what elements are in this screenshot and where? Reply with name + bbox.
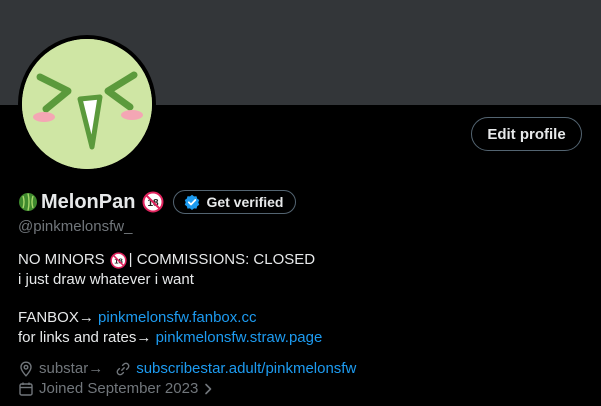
get-verified-button[interactable]: Get verified [173,190,297,214]
joined-row[interactable]: Joined September 2023 [18,380,214,397]
user-handle: @pinkmelonsfw_ [18,218,133,235]
verified-badge-icon [185,194,200,210]
profile-avatar[interactable] [18,35,156,173]
profile-meta-row: substar→ subscribestar.adult/pinkmelonsf… [18,360,356,377]
profile-website-link[interactable]: subscribestar.adult/pinkmelonsfw [136,360,356,377]
link-icon [116,362,130,375]
profile-bio: NO MINORS 18 | COMMISSIONS: CLOSED i jus… [18,250,578,348]
fanbox-link[interactable]: pinkmelonsfw.fanbox.cc [98,308,256,328]
no-under-18-icon: 18 [110,251,127,269]
bio-line-fanbox: FANBOX→ pinkmelonsfw.fanbox.cc [18,308,578,328]
no-under-18-icon: 18 [142,191,164,213]
calendar-icon [19,382,33,396]
chevron-right-icon [205,383,212,394]
bio-line-links: for links and rates→ pinkmelonsfw.straw.… [18,328,578,348]
bio-line-1: NO MINORS 18 | COMMISSIONS: CLOSED [18,250,578,270]
profile-location: substar→ [39,360,104,377]
bio-no-minors: NO MINORS [18,251,105,268]
straw-page-link[interactable]: pinkmelonsfw.straw.page [156,328,323,348]
melon-icon [19,193,37,211]
location-pin-icon [20,360,32,377]
joined-date: Joined September 2023 [39,380,199,397]
edit-profile-button[interactable]: Edit profile [471,117,582,151]
avatar-image [22,39,152,169]
name-row: MelonPan 18 Get verified [18,189,297,215]
bio-links-prefix: for links and rates→ [18,329,156,346]
display-name: MelonPan [41,190,136,213]
bio-line-2: i just draw whatever i want [18,271,194,288]
bio-fanbox-prefix: FANBOX→ [18,309,99,326]
bio-commissions: | COMMISSIONS: CLOSED [128,251,316,268]
get-verified-label: Get verified [206,194,284,210]
